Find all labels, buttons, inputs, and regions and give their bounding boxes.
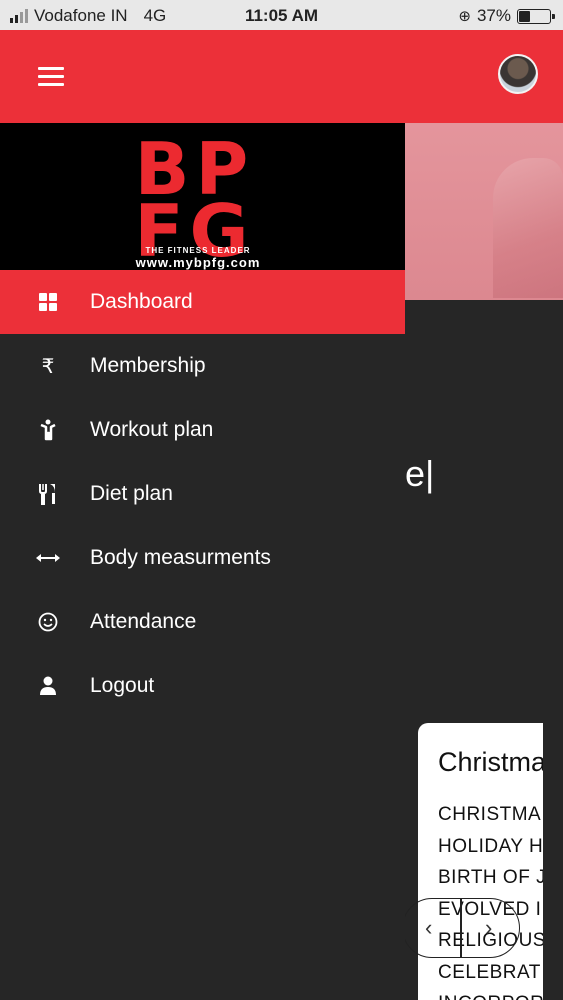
logo-tagline: THE FITNESS LEADER <box>145 246 251 255</box>
menu-item-label: Logout <box>90 674 155 697</box>
menu-item-logout[interactable]: Logout <box>0 654 405 718</box>
menu-item-dashboard[interactable]: Dashboard <box>0 270 405 334</box>
menu-item-diet-plan[interactable]: Diet plan <box>0 462 405 526</box>
hero-image <box>493 158 563 298</box>
fork-knife-icon <box>36 482 60 506</box>
card-line: BIRTH OF J <box>438 867 543 888</box>
status-right: ⊕ 37% <box>458 6 555 26</box>
menu-item-label: Workout plan <box>90 418 214 441</box>
card-line: HOLIDAY H <box>438 835 543 857</box>
menu-item-attendance[interactable]: Attendance <box>0 590 405 654</box>
dashboard-grid-icon <box>36 290 60 314</box>
card-line: INCORPOR <box>438 988 543 1000</box>
drawer-menu: Dashboard ₹ Membership Workout plan Diet… <box>0 270 405 718</box>
carousel-divider <box>460 899 462 957</box>
menu-item-label: Diet plan <box>90 482 173 505</box>
horizontal-arrows-icon <box>36 546 60 570</box>
carousel-nav: ‹ › <box>402 898 520 958</box>
rupee-icon: ₹ <box>41 355 55 378</box>
logo-url: www.mybpfg.com <box>135 255 261 270</box>
chevron-right-icon[interactable]: › <box>485 915 492 941</box>
menu-item-membership[interactable]: ₹ Membership <box>0 334 405 398</box>
card-title: Christma <box>438 747 543 777</box>
menu-item-label: Body measurments <box>90 546 271 569</box>
menu-item-body-measurements[interactable]: Body measurments <box>0 526 405 590</box>
status-bar: Vodafone IN 4G 11:05 AM ⊕ 37% <box>0 0 563 30</box>
hamburger-icon[interactable] <box>38 67 64 87</box>
card-line: CHRISTMA <box>438 804 542 825</box>
menu-item-label: Attendance <box>90 610 197 633</box>
app-bar <box>0 30 563 123</box>
person-workout-icon <box>36 418 60 442</box>
chevron-left-icon[interactable]: ‹ <box>425 915 432 941</box>
user-icon <box>36 674 60 698</box>
menu-item-workout-plan[interactable]: Workout plan <box>0 398 405 462</box>
news-card[interactable]: Christma CHRISTMA HOLIDAY H BIRTH OF J E… <box>418 723 543 1000</box>
brand-logo: BP FG THE FITNESS LEADER www.mybpfg.com <box>0 123 405 270</box>
menu-item-label: Dashboard <box>90 290 193 313</box>
orientation-lock-icon: ⊕ <box>458 8 471 25</box>
page-heading-fragment: e| <box>405 453 435 494</box>
menu-item-label: Membership <box>90 354 206 377</box>
battery-fill <box>519 10 531 22</box>
nav-drawer: BP FG THE FITNESS LEADER www.mybpfg.com … <box>0 123 405 1000</box>
battery-icon <box>517 8 555 24</box>
profile-avatar[interactable] <box>498 54 538 94</box>
card-line: CELEBRAT <box>438 961 541 983</box>
battery-percent: 37% <box>476 6 511 25</box>
smiley-icon <box>36 610 60 634</box>
hero-banner <box>405 123 563 300</box>
